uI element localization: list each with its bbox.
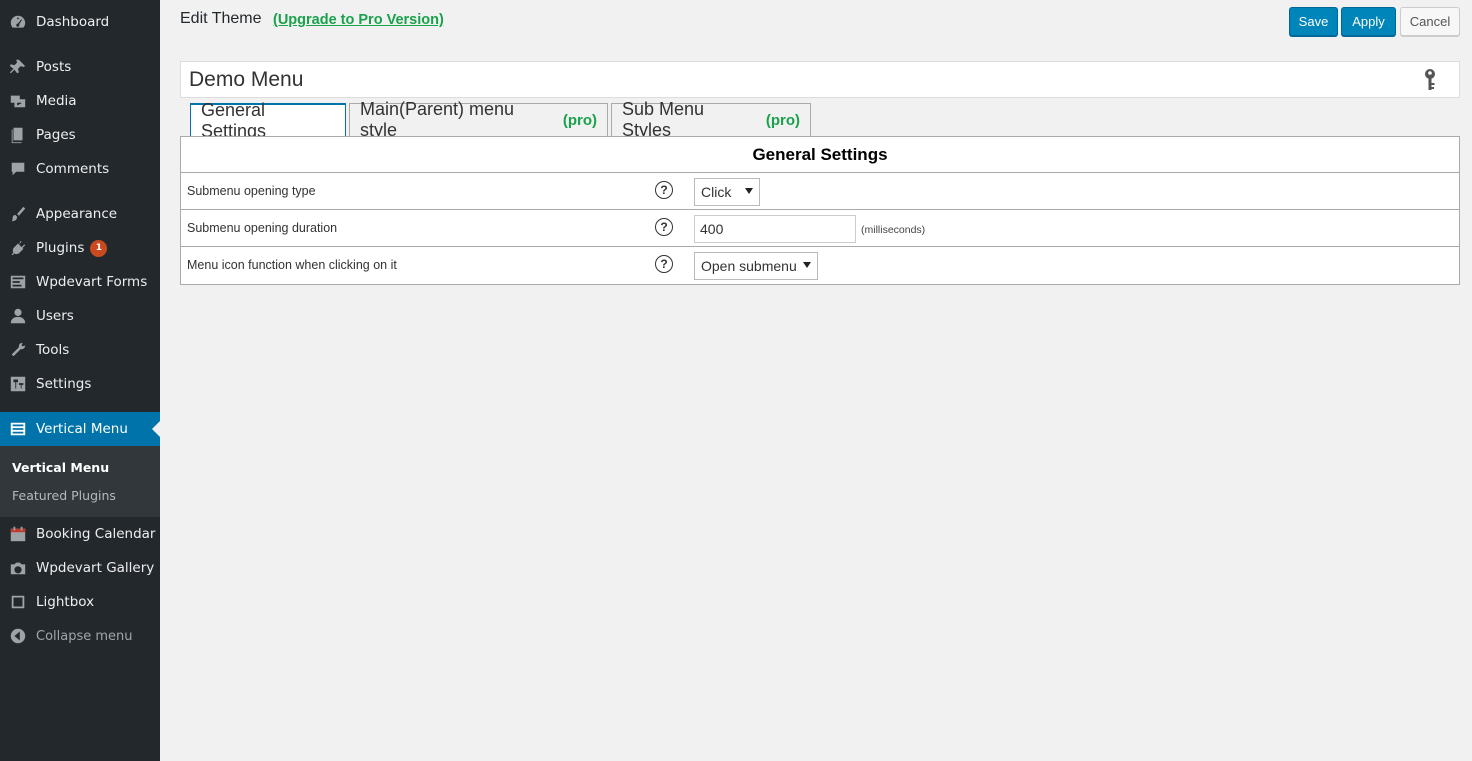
theme-name-field[interactable]: Demo Menu: [180, 61, 1460, 98]
forms-icon: [8, 272, 28, 292]
media-icon: [8, 91, 28, 111]
tab-label: Sub Menu Styles: [622, 99, 705, 140]
settings-heading: General Settings: [181, 137, 1459, 173]
pro-badge: (pro): [765, 111, 800, 129]
sidebar-item-posts[interactable]: Posts: [0, 50, 160, 84]
admin-sidebar: Dashboard Posts Media Pages Comments App…: [0, 0, 160, 761]
upgrade-pro-link[interactable]: (Upgrade to Pro Version): [273, 12, 444, 28]
sidebar-item-label: Wpdevart Forms: [36, 274, 148, 290]
sidebar-item-wpdevart-forms[interactable]: Wpdevart Forms: [0, 265, 160, 299]
sidebar-item-label: Booking Calendar: [36, 526, 156, 542]
setting-label: Menu icon function when clicking on it: [187, 258, 397, 272]
camera-icon: [8, 558, 28, 578]
user-icon: [8, 306, 28, 326]
save-button[interactable]: Save: [1289, 7, 1338, 36]
pin-icon: [8, 57, 28, 77]
table-row: Menu icon function when clicking on it ?…: [181, 247, 1459, 284]
submenu-item-featured-plugins[interactable]: Featured Plugins: [12, 488, 116, 503]
submenu-item-vertical-menu[interactable]: Vertical Menu: [12, 460, 109, 475]
sidebar-item-settings[interactable]: Settings: [0, 367, 160, 401]
settings-icon: [8, 374, 28, 394]
sidebar-item-booking-calendar[interactable]: Booking Calendar: [0, 517, 160, 551]
sidebar-item-label: Plugins: [36, 240, 85, 256]
brush-icon: [8, 204, 28, 224]
lightbox-icon: [8, 592, 28, 612]
help-icon[interactable]: ?: [655, 255, 673, 273]
setting-label: Submenu opening duration: [187, 221, 338, 235]
dropdown-arrow-icon: [745, 188, 753, 194]
sidebar-item-users[interactable]: Users: [0, 299, 160, 333]
sidebar-item-label: Pages: [36, 127, 76, 143]
plug-icon: [8, 238, 28, 258]
table-row: Submenu opening duration ? (milliseconds…: [181, 210, 1459, 247]
table-row: Submenu opening type ? Click: [181, 173, 1459, 210]
page-title: Edit Theme: [180, 10, 262, 27]
sidebar-item-comments[interactable]: Comments: [0, 152, 160, 186]
tab-sub-menu-styles[interactable]: Sub Menu Styles (pro): [611, 99, 811, 140]
pro-badge: (pro): [562, 111, 597, 129]
sidebar-item-appearance[interactable]: Appearance: [0, 197, 160, 231]
select-value: Click: [701, 184, 732, 200]
pages-icon: [8, 125, 28, 145]
key-icon[interactable]: [1421, 68, 1439, 92]
tab-label: Main(Parent) menu style: [360, 99, 515, 140]
submenu-opening-duration-input[interactable]: [694, 215, 856, 243]
sidebar-item-label: Tools: [36, 342, 70, 358]
help-icon[interactable]: ?: [655, 181, 673, 199]
collapse-menu-button[interactable]: Collapse menu: [0, 619, 160, 653]
update-count-badge: 1: [90, 239, 108, 257]
apply-button[interactable]: Apply: [1341, 7, 1396, 36]
sidebar-item-pages[interactable]: Pages: [0, 118, 160, 152]
help-icon[interactable]: ?: [655, 218, 673, 236]
sidebar-item-label: Comments: [36, 161, 110, 177]
comments-icon: [8, 159, 28, 179]
sidebar-item-plugins[interactable]: Plugins 1: [0, 231, 160, 265]
select-value: Open submenu: [701, 258, 797, 274]
tab-main-menu-style[interactable]: Main(Parent) menu style (pro): [349, 99, 608, 140]
sidebar-item-label: Media: [36, 93, 77, 109]
vertical-menu-submenu: Vertical Menu Featured Plugins: [0, 446, 160, 517]
sidebar-item-media[interactable]: Media: [0, 84, 160, 118]
sidebar-item-label: Wpdevart Gallery: [36, 560, 155, 576]
sidebar-item-label: Settings: [36, 376, 92, 392]
cancel-button[interactable]: Cancel: [1400, 7, 1460, 36]
sidebar-item-lightbox[interactable]: Lightbox: [0, 585, 160, 619]
general-settings-table: General Settings Submenu opening type ? …: [180, 136, 1460, 285]
submenu-opening-type-select[interactable]: Click: [694, 178, 760, 206]
sidebar-item-label: Appearance: [36, 206, 118, 222]
dashboard-icon: [8, 12, 28, 32]
dropdown-arrow-icon: [803, 262, 811, 268]
collapse-icon: [8, 626, 28, 646]
menu-icon-function-select[interactable]: Open submenu: [694, 252, 818, 280]
sidebar-item-label: Vertical Menu: [36, 421, 128, 437]
sidebar-item-tools[interactable]: Tools: [0, 333, 160, 367]
sidebar-item-wpdevart-gallery[interactable]: Wpdevart Gallery: [0, 551, 160, 585]
tab-general-settings[interactable]: General Settings: [190, 100, 346, 141]
sidebar-item-vertical-menu[interactable]: Vertical Menu: [0, 412, 160, 446]
sidebar-item-label: Collapse menu: [36, 628, 133, 644]
sidebar-item-label: Dashboard: [36, 14, 110, 30]
unit-label: (milliseconds): [861, 224, 926, 236]
list-icon: [8, 419, 28, 439]
sidebar-item-label: Lightbox: [36, 594, 95, 610]
sidebar-item-label: Users: [36, 308, 74, 324]
wrench-icon: [8, 340, 28, 360]
setting-label: Submenu opening type: [187, 184, 316, 198]
theme-name: Demo Menu: [189, 68, 304, 91]
sidebar-item-dashboard[interactable]: Dashboard: [0, 5, 160, 39]
calendar-icon: [8, 524, 28, 544]
sidebar-item-label: Posts: [36, 59, 72, 75]
